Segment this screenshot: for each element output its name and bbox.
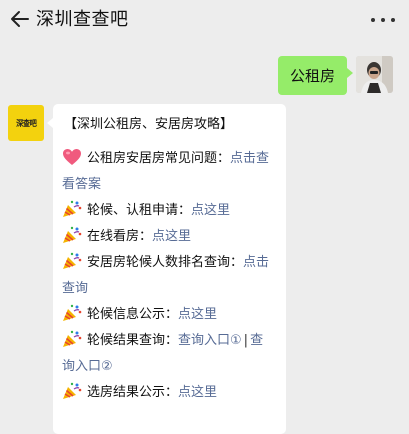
incoming-bubble: 【深圳公租房、安居房攻略】 公租房安居房常见问题：点击查看答案 轮候、认租申请：… (47, 104, 286, 434)
list-item-label: 轮候信息公示： (87, 307, 179, 322)
list-item: 轮候、认租申请：点这里 (62, 198, 276, 224)
list-item-link[interactable]: 点这里 (178, 385, 217, 400)
list-item-link[interactable]: 点这里 (152, 229, 191, 244)
user-avatar[interactable] (356, 56, 393, 93)
list-item-label: 轮候结果查询： (87, 333, 179, 348)
list-item-label: 在线看房： (87, 229, 153, 244)
party-popper-icon (63, 226, 82, 243)
message-title: 【深圳公租房、安居房攻略】 (64, 117, 234, 132)
chat-title: 深圳查查吧 (36, 9, 129, 30)
party-popper-icon (63, 382, 82, 399)
chat-header: 深圳查查吧 (0, 0, 409, 40)
link-separator: | (243, 333, 249, 348)
list-item-label: 选房结果公示： (87, 385, 179, 400)
list-item: 在线看房：点这里 (62, 224, 276, 250)
list-item: 公租房安居房常见问题：点击查看答案 (62, 146, 276, 198)
back-button[interactable] (10, 8, 30, 30)
user-avatar-photo (356, 56, 393, 93)
list-item: 安居房轮候人数排名查询：点击查询 (62, 250, 276, 302)
bot-avatar[interactable]: 深查吧 (8, 105, 44, 141)
back-arrow-icon (11, 11, 29, 27)
list-item: 轮候信息公示：点这里 (62, 302, 276, 328)
bot-avatar-logo: 深查吧 (15, 118, 37, 128)
list-item-label: 轮候、认租申请： (87, 203, 192, 218)
list-item-link[interactable]: 点这里 (191, 203, 230, 218)
more-dot-icon (371, 18, 375, 22)
heart-icon (63, 149, 81, 165)
outgoing-message: 公租房 (277, 56, 393, 95)
party-popper-icon (63, 330, 82, 347)
list-item: 轮候结果查询：查询入口① | 查询入口② (62, 328, 276, 380)
more-options-button[interactable] (371, 16, 395, 24)
party-popper-icon (63, 200, 82, 217)
list-item-link[interactable]: 点这里 (178, 307, 217, 322)
list-item-label: 安居房轮候人数排名查询： (87, 255, 244, 270)
more-dot-icon (391, 18, 395, 22)
outgoing-bubble[interactable]: 公租房 (277, 56, 354, 95)
party-popper-icon (63, 304, 82, 321)
list-item-label: 公租房安居房常见问题： (87, 151, 231, 166)
list-item-link[interactable]: 查询入口① (178, 333, 242, 348)
list-item: 选房结果公示：点这里 (62, 380, 276, 406)
party-popper-icon (63, 252, 82, 269)
more-dot-icon (381, 18, 385, 22)
